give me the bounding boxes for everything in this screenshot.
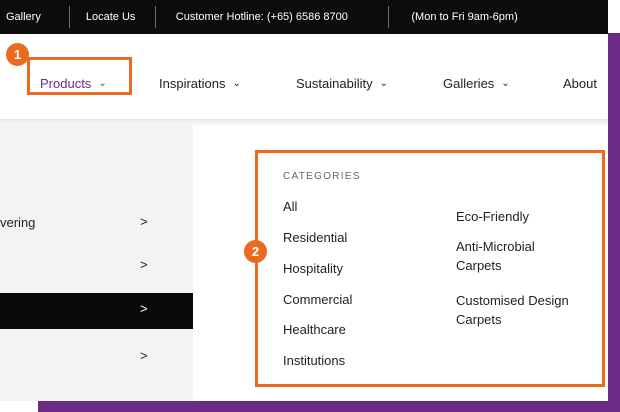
- nav-item-label: Sustainability: [296, 76, 373, 91]
- nav-item-label: Inspirations: [159, 76, 226, 91]
- chevron-right-icon: >: [140, 301, 148, 316]
- top-utility-bar: Gallery Locate Us Customer Hotline: (+65…: [0, 0, 608, 34]
- submenu-item-label: vering: [0, 215, 36, 230]
- chevron-down-icon: ⌄: [379, 78, 388, 89]
- topbar-link-gallery[interactable]: Gallery: [0, 0, 69, 34]
- products-submenu: vering > > > >: [0, 124, 193, 401]
- chevron-right-icon: >: [140, 214, 148, 229]
- category-link-residential[interactable]: Residential: [283, 228, 347, 247]
- chevron-down-icon: ⌄: [232, 78, 241, 89]
- nav-item-sustainability[interactable]: Sustainability ⌄: [296, 76, 388, 91]
- step-badge-2: 2: [244, 240, 267, 263]
- category-link-customised-design-carpets[interactable]: Customised Design Carpets: [456, 291, 569, 329]
- category-link-institutions[interactable]: Institutions: [283, 351, 345, 370]
- submenu-item[interactable]: >: [0, 249, 193, 285]
- chevron-right-icon: >: [140, 348, 148, 363]
- nav-item-label: About: [563, 76, 597, 91]
- submenu-item-covering[interactable]: vering >: [0, 206, 193, 242]
- category-link-eco-friendly[interactable]: Eco-Friendly: [456, 207, 529, 226]
- nav-item-label: Galleries: [443, 76, 495, 91]
- nav-item-galleries[interactable]: Galleries ⌄: [443, 76, 510, 91]
- step-badge-1: 1: [6, 43, 29, 66]
- chevron-down-icon: ⌄: [501, 78, 510, 89]
- category-link-hospitality[interactable]: Hospitality: [283, 259, 343, 278]
- topbar-link-locate-us[interactable]: Locate Us: [70, 0, 155, 34]
- categories-heading: CATEGORIES: [283, 171, 361, 182]
- chevron-right-icon: >: [140, 257, 148, 272]
- topbar-hotline[interactable]: Customer Hotline: (+65) 6586 8700: [156, 0, 389, 34]
- topbar-hours: (Mon to Fri 9am-6pm): [411, 11, 518, 23]
- category-link-commercial[interactable]: Commercial: [283, 290, 352, 309]
- screenshot-card: Gallery Locate Us Customer Hotline: (+65…: [0, 0, 608, 401]
- highlight-box-products: [27, 57, 132, 95]
- category-link-anti-microbial-carpets[interactable]: Anti-Microbial Carpets: [456, 237, 535, 275]
- nav-item-about[interactable]: About: [563, 76, 597, 91]
- category-link-all[interactable]: All: [283, 197, 297, 216]
- submenu-item-active[interactable]: >: [0, 293, 193, 329]
- nav-item-inspirations[interactable]: Inspirations ⌄: [159, 76, 241, 91]
- submenu-item[interactable]: >: [0, 340, 193, 376]
- category-link-healthcare[interactable]: Healthcare: [283, 320, 346, 339]
